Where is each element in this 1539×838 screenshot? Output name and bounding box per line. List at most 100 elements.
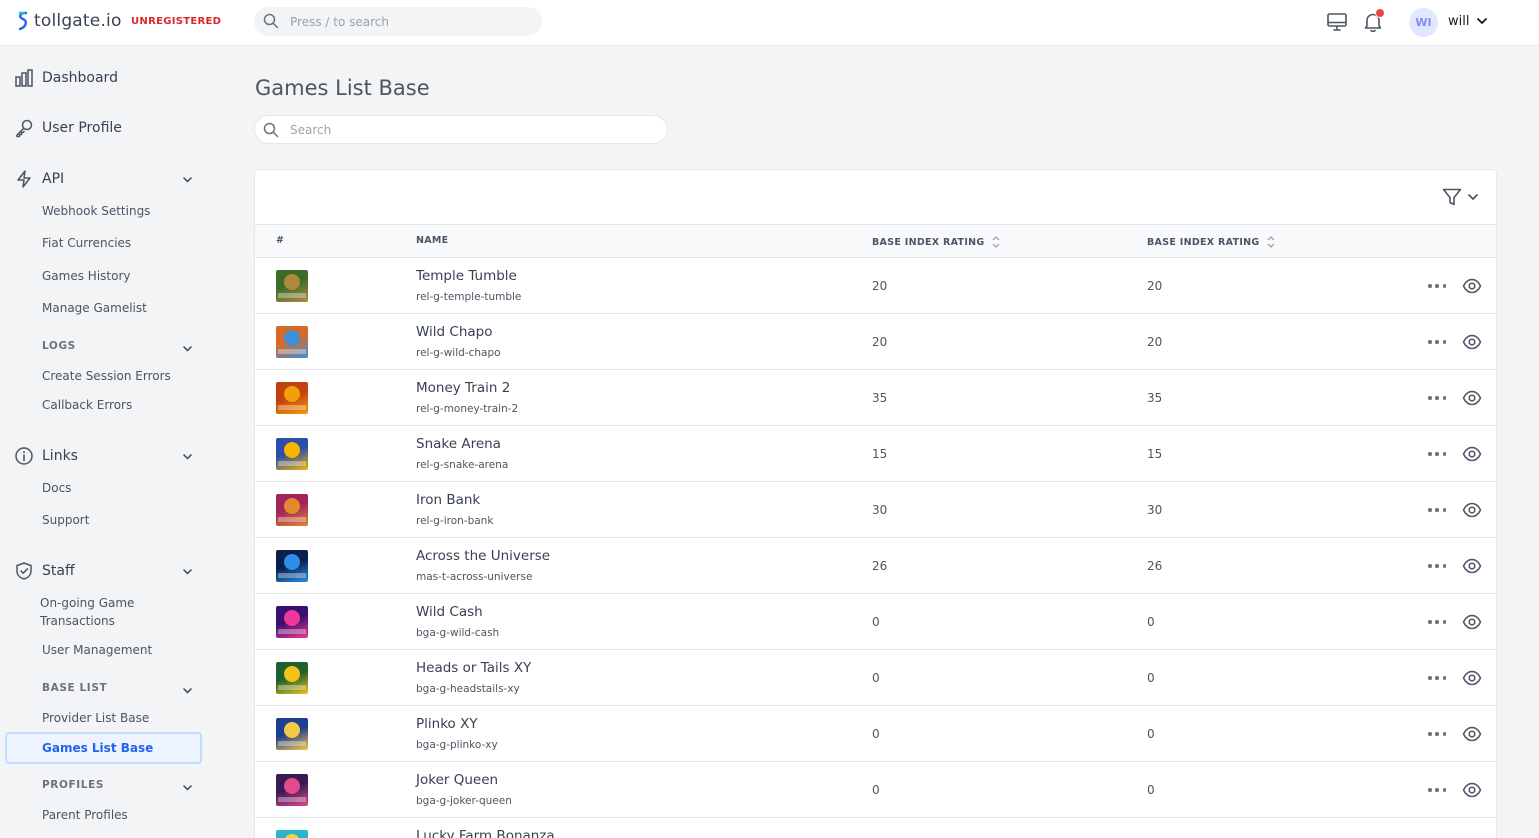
sidebar-item-webhook-settings[interactable]: Webhook Settings — [42, 204, 150, 218]
game-name[interactable]: Plinko XY — [416, 716, 478, 732]
more-actions-icon[interactable] — [1428, 672, 1446, 684]
games-search[interactable] — [254, 115, 668, 144]
game-name[interactable]: Across the Universe — [416, 548, 550, 564]
game-thumbnail[interactable] — [276, 774, 308, 806]
more-actions-icon[interactable] — [1428, 504, 1446, 516]
sidebar-item-staff[interactable]: Staff — [14, 561, 75, 581]
column-header-rating-1[interactable]: BASE INDEX RATING — [872, 235, 1001, 249]
game-thumbnail[interactable] — [276, 382, 308, 414]
base-index-rating: 26 — [1147, 559, 1163, 573]
game-thumbnail[interactable] — [276, 494, 308, 526]
username[interactable]: will — [1448, 14, 1469, 29]
game-name[interactable]: Temple Tumble — [416, 268, 517, 284]
sidebar-item-games-list-base[interactable]: Games List Base — [5, 732, 202, 764]
eye-icon[interactable] — [1462, 277, 1482, 295]
game-slug: bga-g-wild-cash — [416, 627, 500, 639]
chevron-down-icon[interactable] — [181, 781, 194, 794]
more-actions-icon[interactable] — [1428, 560, 1446, 572]
game-name[interactable]: Snake Arena — [416, 436, 501, 452]
sidebar-item-api[interactable]: API — [14, 169, 64, 189]
column-header-rating-2[interactable]: BASE INDEX RATING — [1147, 235, 1276, 249]
eye-icon[interactable] — [1462, 501, 1482, 519]
sidebar-item-links[interactable]: Links — [14, 446, 78, 466]
table-row[interactable]: Across the Universe mas-t-across-universe… — [255, 538, 1496, 594]
chevron-down-icon — [1468, 194, 1478, 201]
game-thumbnail[interactable] — [276, 830, 308, 838]
sidebar-item-fiat-currencies[interactable]: Fiat Currencies — [42, 236, 131, 250]
game-thumbnail[interactable] — [276, 550, 308, 582]
sidebar-section-logs[interactable]: LOGS — [42, 340, 76, 352]
game-thumbnail[interactable] — [276, 326, 308, 358]
sidebar-item-support[interactable]: Support — [42, 513, 89, 527]
more-actions-icon[interactable] — [1428, 616, 1446, 628]
table-row[interactable]: Temple Tumble rel-g-temple-tumble 20 20 — [255, 258, 1496, 314]
eye-icon[interactable] — [1462, 557, 1482, 575]
sidebar-item-provider-list-base[interactable]: Provider List Base — [42, 711, 149, 725]
eye-icon[interactable] — [1462, 445, 1482, 463]
chevron-down-icon[interactable] — [181, 684, 194, 697]
game-thumbnail[interactable] — [276, 606, 308, 638]
game-name[interactable]: Wild Cash — [416, 604, 483, 620]
sidebar-item-parent-profiles[interactable]: Parent Profiles — [42, 808, 128, 822]
eye-icon[interactable] — [1462, 669, 1482, 687]
game-name[interactable]: Money Train 2 — [416, 380, 510, 396]
sidebar-item-callback-errors[interactable]: Callback Errors — [42, 398, 132, 412]
sidebar-item-create-session-errors[interactable]: Create Session Errors — [42, 369, 171, 383]
table-row[interactable]: Iron Bank rel-g-iron-bank 30 30 — [255, 482, 1496, 538]
game-thumbnail[interactable] — [276, 662, 308, 694]
more-actions-icon[interactable] — [1428, 784, 1446, 796]
global-search-input[interactable] — [290, 7, 530, 36]
chevron-down-icon[interactable] — [181, 173, 194, 186]
game-thumbnail[interactable] — [276, 718, 308, 750]
more-actions-icon[interactable] — [1428, 728, 1446, 740]
chevron-down-icon[interactable] — [181, 342, 194, 355]
eye-icon[interactable] — [1462, 389, 1482, 407]
sidebar-item-user-profile[interactable]: User Profile — [14, 118, 122, 138]
search-icon — [263, 13, 279, 29]
more-actions-icon[interactable] — [1428, 392, 1446, 404]
global-search[interactable] — [254, 7, 542, 36]
sidebar-item-docs[interactable]: Docs — [42, 481, 71, 495]
sidebar-section-base-list[interactable]: BASE LIST — [42, 682, 107, 694]
game-name[interactable]: Joker Queen — [416, 772, 498, 788]
column-header-name[interactable]: NAME — [416, 235, 448, 246]
chevron-down-icon[interactable] — [181, 565, 194, 578]
filter-button[interactable] — [1441, 186, 1485, 208]
table-row[interactable]: Wild Cash bga-g-wild-cash 0 0 — [255, 594, 1496, 650]
chevron-down-icon[interactable] — [181, 450, 194, 463]
table-row[interactable]: Money Train 2 rel-g-money-train-2 35 35 — [255, 370, 1496, 426]
sidebar-section-profiles[interactable]: PROFILES — [42, 779, 104, 791]
game-name[interactable]: Heads or Tails XY — [416, 660, 531, 676]
game-name[interactable]: Iron Bank — [416, 492, 480, 508]
eye-icon[interactable] — [1462, 333, 1482, 351]
table-row[interactable]: Lucky Farm Bonanza — [255, 818, 1496, 838]
monitor-icon[interactable] — [1326, 11, 1348, 33]
eye-icon[interactable] — [1462, 613, 1482, 631]
game-thumbnail[interactable] — [276, 270, 308, 302]
logo[interactable]: tollgate.io — [16, 11, 122, 31]
game-name[interactable]: Wild Chapo — [416, 324, 493, 340]
sidebar-item-ongoing-game-transactions[interactable]: On-going Game Transactions — [40, 594, 160, 630]
base-index-rating: 15 — [1147, 447, 1163, 461]
more-actions-icon[interactable] — [1428, 336, 1446, 348]
sidebar-item-games-history[interactable]: Games History — [42, 269, 130, 283]
sidebar-item-dashboard[interactable]: Dashboard — [14, 68, 118, 88]
table-row[interactable]: Joker Queen bga-g-joker-queen 0 0 — [255, 762, 1496, 818]
table-row[interactable]: Heads or Tails XY bga-g-headstails-xy 0 0 — [255, 650, 1496, 706]
more-actions-icon[interactable] — [1428, 280, 1446, 292]
games-search-input[interactable] — [290, 116, 650, 143]
game-name[interactable]: Lucky Farm Bonanza — [416, 828, 555, 838]
table-row[interactable]: Plinko XY bga-g-plinko-xy 0 0 — [255, 706, 1496, 762]
table-row[interactable]: Snake Arena rel-g-snake-arena 15 15 — [255, 426, 1496, 482]
eye-icon[interactable] — [1462, 725, 1482, 743]
table-header: # NAME BASE INDEX RATING BASE INDEX RATI… — [255, 224, 1496, 258]
table-row[interactable]: Wild Chapo rel-g-wild-chapo 20 20 — [255, 314, 1496, 370]
search-icon — [263, 122, 279, 138]
sidebar-item-manage-gamelist[interactable]: Manage Gamelist — [42, 301, 147, 315]
more-actions-icon[interactable] — [1428, 448, 1446, 460]
avatar[interactable]: WI — [1409, 8, 1438, 37]
sidebar-item-user-management[interactable]: User Management — [42, 643, 152, 657]
game-thumbnail[interactable] — [276, 438, 308, 470]
chevron-down-icon[interactable] — [1476, 15, 1488, 27]
eye-icon[interactable] — [1462, 781, 1482, 799]
